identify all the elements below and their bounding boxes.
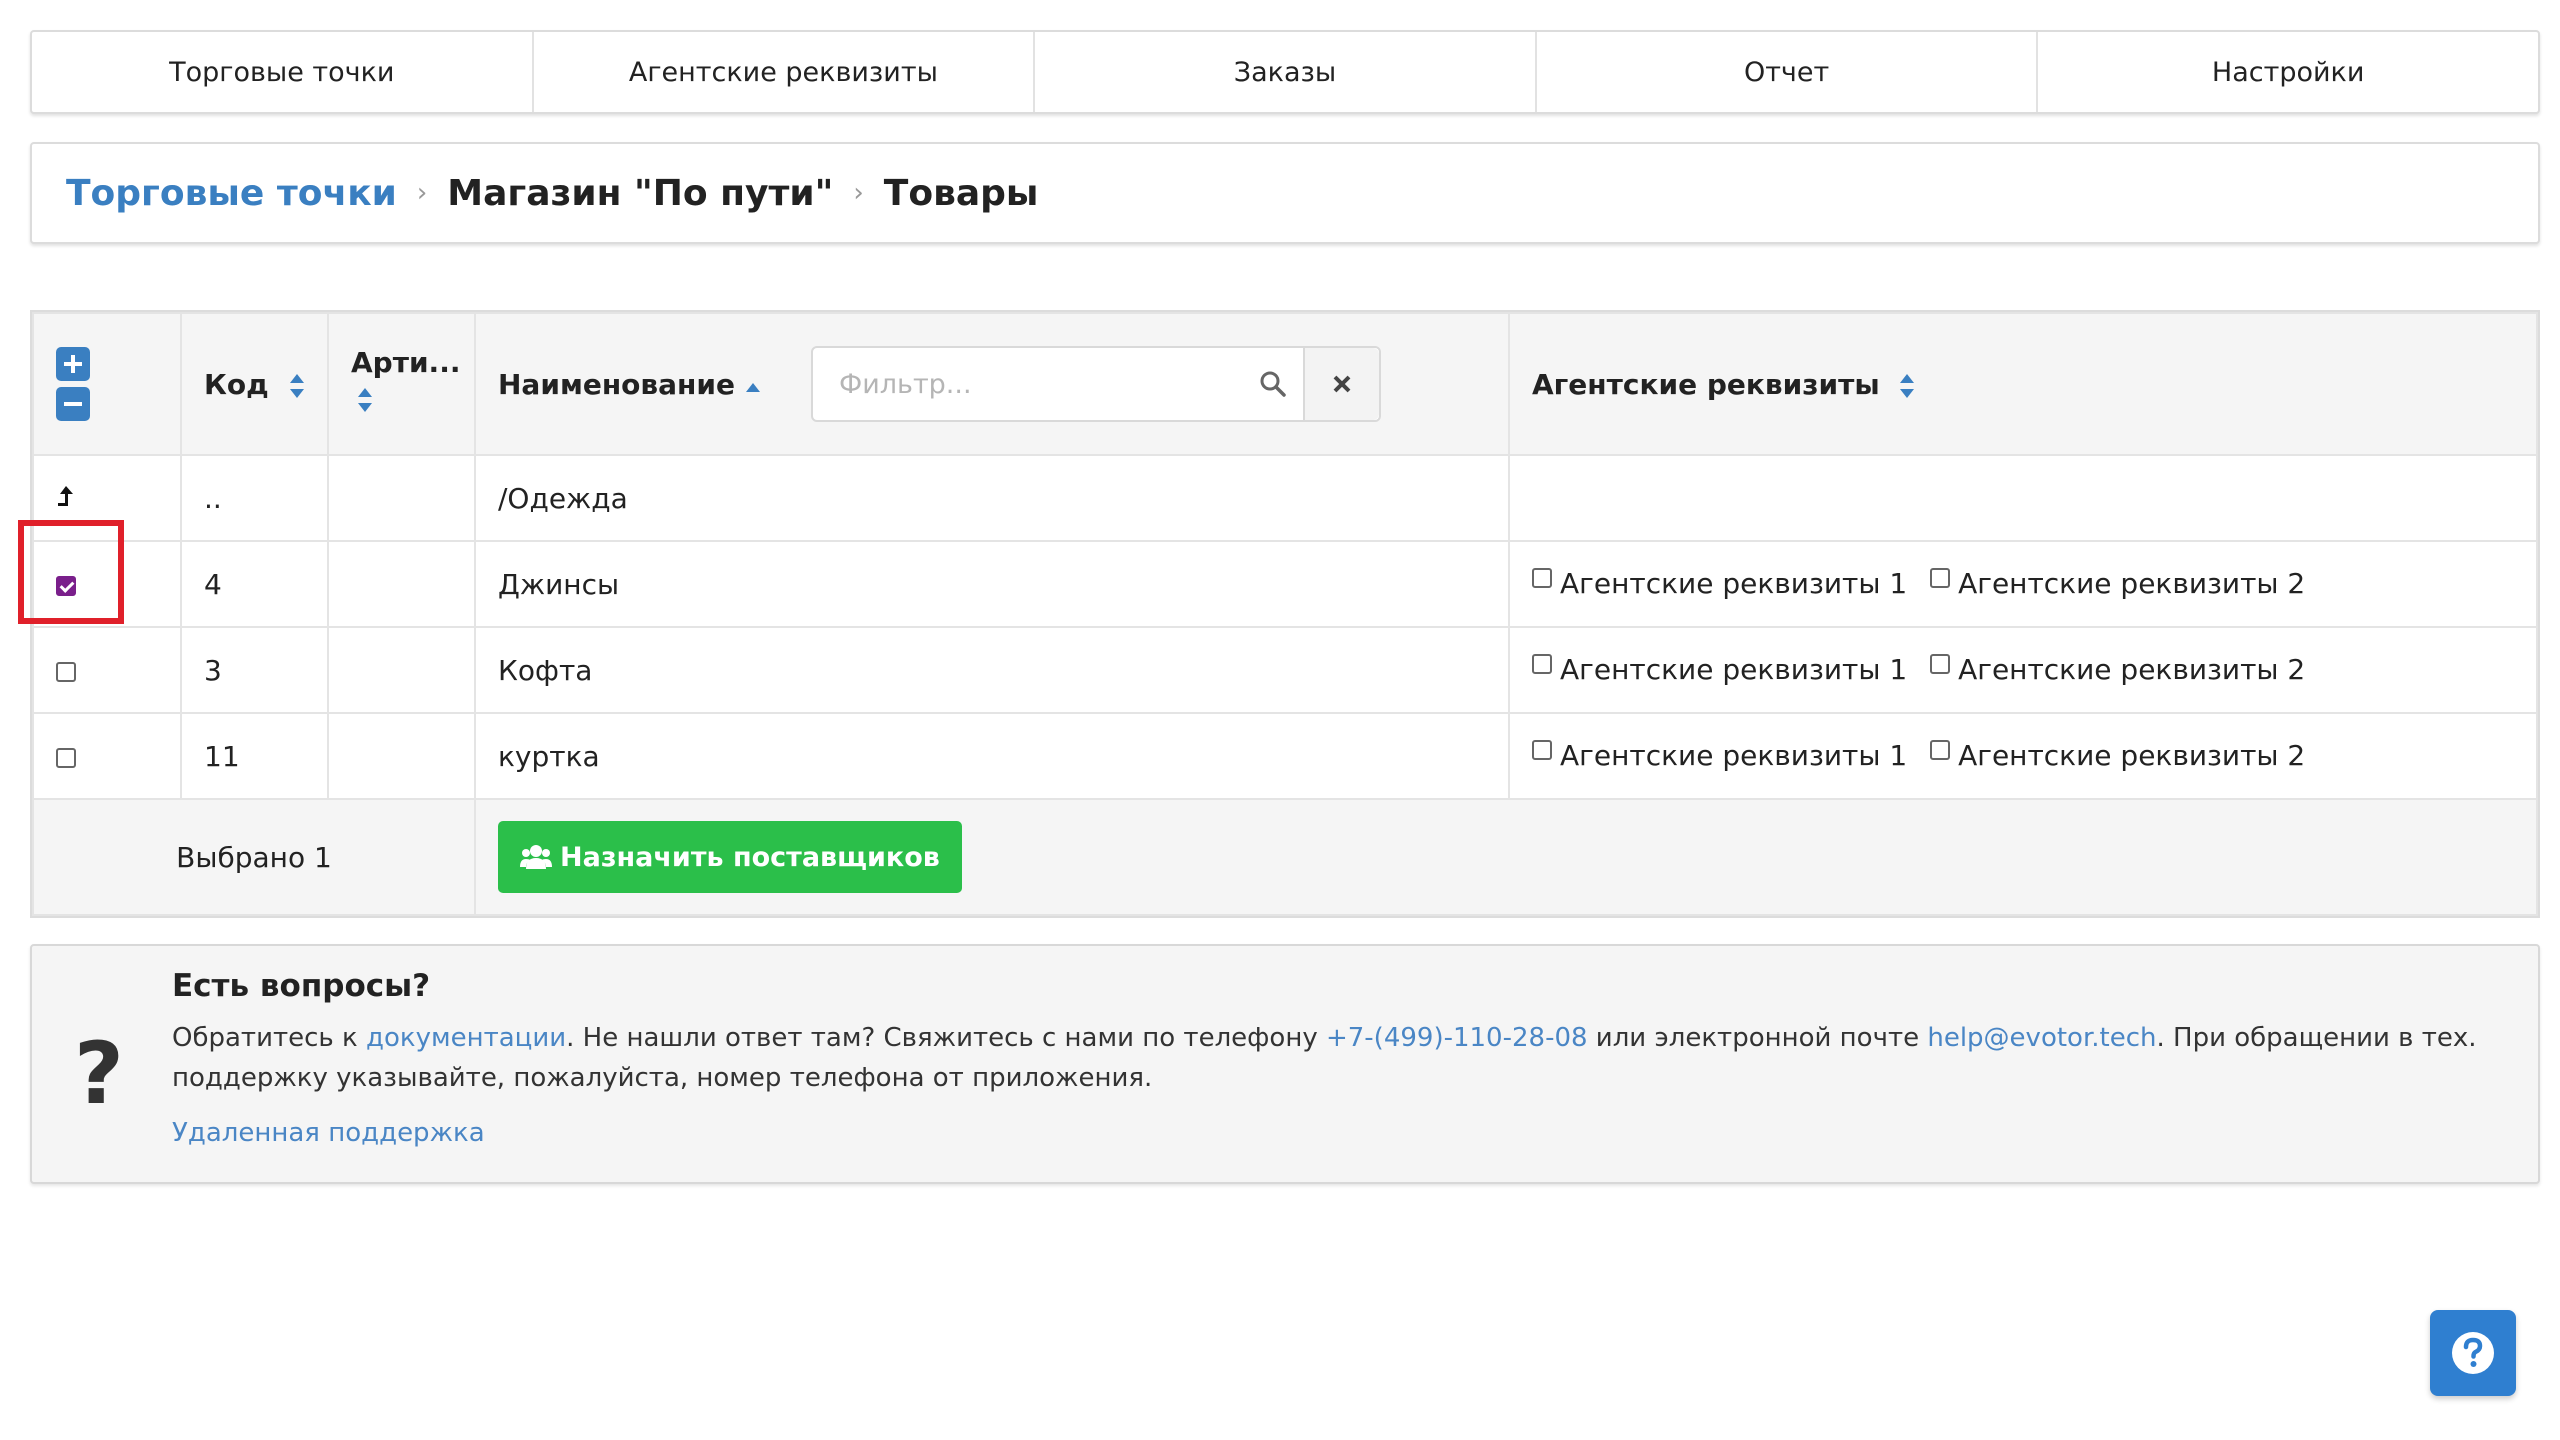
- agent-1-checkbox[interactable]: [1532, 653, 1552, 674]
- breadcrumb-separator: ›: [853, 178, 864, 208]
- row-select-cell: [32, 540, 182, 628]
- search-icon[interactable]: [1243, 348, 1303, 420]
- sort-asc-icon[interactable]: [745, 368, 761, 401]
- breadcrumb: Торговые точки › Магазин "По пути" › Тов…: [30, 142, 2540, 244]
- row-code: 3: [180, 626, 329, 714]
- expand-all-button[interactable]: [56, 347, 90, 381]
- table-footer-row: Выбрано 1 Назначить поставщиков: [32, 798, 2538, 916]
- article-header-label: Арти...: [351, 346, 461, 379]
- help-text-part: Обратитесь к: [172, 1023, 366, 1053]
- parent-code: ..: [180, 454, 329, 542]
- sort-icon[interactable]: [289, 373, 305, 399]
- row-name: Кофта: [474, 626, 1510, 714]
- row-checkbox[interactable]: [56, 747, 76, 768]
- minus-square-icon: [64, 402, 82, 406]
- clear-filter-button[interactable]: [1302, 348, 1379, 420]
- agent-1-checkbox[interactable]: [1532, 739, 1552, 760]
- tab-stores[interactable]: Торговые точки: [32, 32, 534, 112]
- page-title: Товары: [883, 172, 1039, 214]
- help-text-part: . Не нашли ответ там? Свяжитесь с нами п…: [566, 1023, 1326, 1053]
- selected-count: Выбрано 1: [32, 798, 476, 916]
- tab-orders[interactable]: Заказы: [1035, 32, 1537, 112]
- name-header-label[interactable]: Наименование: [498, 368, 735, 401]
- expand-collapse-cell: [32, 312, 182, 456]
- table-row: 3 Кофта Агентские реквизиты 1 Агентские …: [32, 626, 2538, 714]
- breadcrumb-store: Магазин "По пути": [447, 172, 834, 214]
- filter-box: [810, 346, 1381, 422]
- breadcrumb-separator: ›: [416, 178, 428, 208]
- name-column-header: Наименование: [474, 312, 1510, 456]
- agent-2-checkbox[interactable]: [1930, 739, 1951, 760]
- row-article: [327, 626, 476, 714]
- row-select-cell: [32, 626, 182, 714]
- agent-2-checkbox[interactable]: [1930, 567, 1951, 588]
- row-name: Джинсы: [474, 540, 1510, 628]
- row-select-cell: [32, 712, 182, 800]
- tab-report[interactable]: Отчет: [1537, 32, 2039, 112]
- agent-1-checkbox[interactable]: [1532, 567, 1552, 588]
- row-code: 4: [180, 540, 329, 628]
- breadcrumb-stores-link[interactable]: Торговые точки: [66, 173, 397, 214]
- agent-2-label: Агентские реквизиты 2: [1958, 739, 2306, 773]
- level-up-icon[interactable]: [56, 485, 74, 508]
- tab-agent-details[interactable]: Агентские реквизиты: [534, 32, 1036, 112]
- row-agent-cell: Агентские реквизиты 1 Агентские реквизит…: [1508, 712, 2538, 800]
- agent-column-header[interactable]: Агентские реквизиты: [1508, 312, 2538, 456]
- help-text-part: или электронной почте: [1587, 1023, 1928, 1053]
- question-icon: ?: [74, 1024, 124, 1124]
- row-agent-cell: Агентские реквизиты 1 Агентские реквизит…: [1508, 540, 2538, 628]
- top-nav: Торговые точки Агентские реквизиты Заказ…: [30, 30, 2540, 114]
- agent-1-label: Агентские реквизиты 1: [1560, 653, 1908, 687]
- parent-name[interactable]: /Одежда: [474, 454, 1510, 542]
- collapse-all-button[interactable]: [56, 387, 90, 421]
- level-up-cell: [32, 454, 182, 542]
- row-agent-cell: Агентские реквизиты 1 Агентские реквизит…: [1508, 626, 2538, 714]
- help-panel: ? Есть вопросы? Обратитесь к документаци…: [30, 944, 2540, 1184]
- plus-square-icon: [64, 355, 82, 373]
- row-checkbox[interactable]: [56, 575, 76, 596]
- sort-icon[interactable]: [1899, 373, 1915, 399]
- assign-suppliers-label: Назначить поставщиков: [560, 841, 940, 873]
- table-row: 4 Джинсы Агентские реквизиты 1 Агентские…: [32, 540, 2538, 628]
- help-icon: [2452, 1332, 2494, 1374]
- documentation-link[interactable]: документации: [366, 1023, 566, 1053]
- tab-settings[interactable]: Настройки: [2038, 32, 2538, 112]
- code-column-header[interactable]: Код: [180, 312, 329, 456]
- code-header-label: Код: [204, 367, 269, 401]
- table-header-row: Код Арти... Наименование Фильтр... Агент…: [32, 312, 2538, 456]
- article-column-header[interactable]: Арти...: [327, 312, 476, 456]
- row-checkbox[interactable]: [56, 661, 76, 682]
- help-title: Есть вопросы?: [172, 968, 431, 1004]
- sort-icon[interactable]: [357, 387, 373, 413]
- agent-1-label: Агентские реквизиты 1: [1560, 567, 1908, 601]
- users-icon: [520, 844, 552, 870]
- assign-suppliers-button[interactable]: Назначить поставщиков: [498, 821, 962, 893]
- row-code: 11: [180, 712, 329, 800]
- footer-actions: Назначить поставщиков: [474, 798, 2538, 916]
- help-text: Обратитесь к документации. Не нашли отве…: [172, 1018, 2502, 1098]
- products-table: Код Арти... Наименование Фильтр... Агент…: [30, 310, 2540, 918]
- agent-2-label: Агентские реквизиты 2: [1958, 653, 2306, 687]
- agent-2-label: Агентские реквизиты 2: [1958, 567, 2306, 601]
- help-button[interactable]: [2430, 1310, 2516, 1396]
- agent-2-checkbox[interactable]: [1930, 653, 1951, 674]
- parent-article: [327, 454, 476, 542]
- remote-support-link[interactable]: Удаленная поддержка: [172, 1118, 485, 1148]
- row-article: [327, 540, 476, 628]
- table-row: 11 куртка Агентские реквизиты 1 Агентски…: [32, 712, 2538, 800]
- row-article: [327, 712, 476, 800]
- parent-agent: [1508, 454, 2538, 542]
- email-link[interactable]: help@evotor.tech: [1927, 1023, 2156, 1053]
- phone-link[interactable]: +7-(499)-110-28-08: [1326, 1023, 1588, 1053]
- parent-folder-row[interactable]: .. /Одежда: [32, 454, 2538, 542]
- agent-1-label: Агентские реквизиты 1: [1560, 739, 1908, 773]
- row-name: куртка: [474, 712, 1510, 800]
- agent-header-label: Агентские реквизиты: [1532, 367, 1880, 401]
- close-icon: [1333, 375, 1351, 393]
- filter-input[interactable]: [812, 348, 1243, 420]
